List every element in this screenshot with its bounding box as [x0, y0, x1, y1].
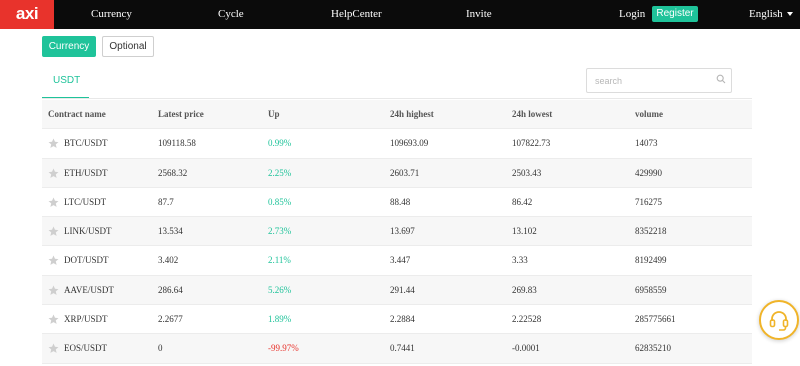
table-row[interactable]: DOT/USDT 3.402 2.11% 3.447 3.33 8192499 [42, 246, 752, 276]
nav-helpcenter[interactable]: HelpCenter [331, 0, 382, 29]
login-link[interactable]: Login [619, 0, 645, 29]
header-up: Up [268, 109, 280, 119]
register-button[interactable]: Register [652, 6, 698, 22]
header-24h-highest: 24h highest [390, 109, 434, 119]
change-percent: 0.99% [268, 138, 292, 149]
header-latest-price: Latest price [158, 109, 204, 119]
low-24h: -0.0001 [512, 343, 540, 354]
nav-cycle[interactable]: Cycle [218, 0, 244, 29]
table-row[interactable]: AAVE/USDT 286.64 5.26% 291.44 269.83 695… [42, 275, 752, 306]
customer-support-button[interactable] [759, 300, 799, 340]
volume: 285775661 [635, 314, 676, 325]
low-24h: 86.42 [512, 196, 533, 207]
high-24h: 109693.09 [390, 138, 429, 149]
high-24h: 13.697 [390, 226, 415, 237]
nav-currency[interactable]: Currency [91, 0, 132, 29]
low-24h: 269.83 [512, 284, 537, 295]
volume: 8192499 [635, 255, 667, 266]
currency-toggle-button[interactable]: Currency [42, 36, 96, 57]
star-icon[interactable] [48, 343, 59, 354]
search-box [586, 68, 732, 93]
star-icon[interactable] [48, 314, 59, 325]
contracts-table: Contract name Latest price Up 24h highes… [42, 100, 752, 364]
chevron-down-icon [786, 12, 793, 17]
star-icon[interactable] [48, 197, 59, 208]
high-24h: 2603.71 [390, 167, 420, 178]
star-icon[interactable] [48, 168, 59, 179]
table-row[interactable]: LINK/USDT 13.534 2.73% 13.697 13.102 835… [42, 217, 752, 247]
volume: 14073 [635, 138, 658, 149]
volume: 6958559 [635, 284, 667, 295]
header-contract-name: Contract name [48, 109, 106, 119]
latest-price: 2.2677 [158, 314, 183, 325]
headset-icon [769, 311, 789, 331]
latest-price: 13.534 [158, 226, 183, 237]
latest-price: 2568.32 [158, 167, 188, 178]
table-row[interactable]: ETH/USDT 2568.32 2.25% 2603.71 2503.43 4… [42, 158, 752, 188]
table-row[interactable]: EOS/USDT 0 -99.97% 0.7441 -0.0001 628352… [42, 334, 752, 364]
change-percent: 2.11% [268, 255, 291, 266]
tab-divider [42, 98, 752, 99]
low-24h: 13.102 [512, 226, 537, 237]
volume: 716275 [635, 196, 662, 207]
contract-name: DOT/USDT [64, 255, 109, 266]
table-row[interactable]: XRP/USDT 2.2677 1.89% 2.2884 2.22528 285… [42, 305, 752, 335]
latest-price: 87.7 [158, 196, 174, 207]
latest-price: 0 [158, 343, 163, 354]
contract-name: LINK/USDT [64, 226, 112, 237]
low-24h: 107822.73 [512, 138, 551, 149]
change-percent: 5.26% [268, 284, 292, 295]
table-header-row: Contract name Latest price Up 24h highes… [42, 100, 752, 130]
table-row[interactable]: LTC/USDT 87.7 0.85% 88.48 86.42 716275 [42, 188, 752, 218]
contract-name: LTC/USDT [64, 196, 107, 207]
change-percent: 2.73% [268, 226, 292, 237]
table-row[interactable]: BTC/USDT 109118.58 0.99% 109693.09 10782… [42, 129, 752, 159]
contract-name: XRP/USDT [64, 314, 108, 325]
low-24h: 2.22528 [512, 314, 542, 325]
language-selector[interactable]: English [749, 0, 793, 29]
volume: 429990 [635, 167, 662, 178]
star-icon[interactable] [48, 138, 59, 149]
star-icon[interactable] [48, 226, 59, 237]
volume: 62835210 [635, 343, 671, 354]
search-input[interactable] [595, 74, 713, 88]
high-24h: 0.7441 [390, 343, 415, 354]
low-24h: 2503.43 [512, 167, 542, 178]
header-volume: volume [635, 109, 663, 119]
language-label: English [749, 8, 783, 20]
change-percent: 1.89% [268, 314, 292, 325]
brand-logo[interactable]: axi [0, 0, 54, 29]
optional-toggle-button[interactable]: Optional [102, 36, 154, 57]
change-percent: 2.25% [268, 167, 292, 178]
contract-name: AAVE/USDT [64, 284, 114, 295]
latest-price: 286.64 [158, 284, 183, 295]
high-24h: 2.2884 [390, 314, 415, 325]
high-24h: 291.44 [390, 284, 415, 295]
nav-invite[interactable]: Invite [466, 0, 492, 29]
header-24h-lowest: 24h lowest [512, 109, 553, 119]
low-24h: 3.33 [512, 255, 528, 266]
latest-price: 109118.58 [158, 138, 196, 149]
volume: 8352218 [635, 226, 667, 237]
star-icon[interactable] [48, 255, 59, 266]
contract-name: EOS/USDT [64, 343, 108, 354]
star-icon[interactable] [48, 285, 59, 296]
tab-usdt[interactable]: USDT [42, 72, 89, 99]
top-navbar: axi Currency Cycle HelpCenter Invite Log… [0, 0, 800, 29]
contract-name: BTC/USDT [64, 138, 108, 149]
search-icon[interactable] [716, 74, 726, 84]
contract-name: ETH/USDT [64, 167, 108, 178]
high-24h: 88.48 [390, 196, 411, 207]
latest-price: 3.402 [158, 255, 179, 266]
high-24h: 3.447 [390, 255, 411, 266]
change-percent: 0.85% [268, 196, 292, 207]
change-percent: -99.97% [268, 343, 299, 354]
